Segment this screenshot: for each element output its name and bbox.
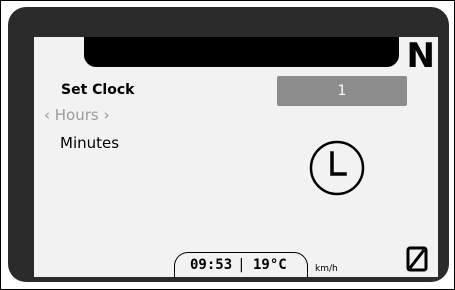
menu-item-minutes[interactable]: Minutes — [60, 134, 119, 152]
speed-unit: km/h — [315, 264, 338, 274]
top-notch — [84, 37, 399, 67]
gear-indicator: N — [406, 37, 435, 76]
menu-item-hours[interactable]: ‹ Hours › — [44, 106, 109, 124]
clock-icon — [309, 140, 365, 196]
slashed-zero-icon — [406, 246, 428, 272]
dashboard-screen: N Set Clock ‹ Hours › Minutes 1 09:53 | … — [34, 37, 438, 277]
clock-time: 09:53 — [190, 257, 233, 273]
display-bezel: N Set Clock ‹ Hours › Minutes 1 09:53 | … — [8, 7, 449, 282]
menu-title: Set Clock — [61, 82, 135, 98]
hours-value-field[interactable]: 1 — [277, 76, 407, 106]
status-separator: | — [239, 257, 244, 273]
temperature: 19°C — [253, 257, 287, 273]
screenshot-frame: N Set Clock ‹ Hours › Minutes 1 09:53 | … — [0, 0, 455, 290]
